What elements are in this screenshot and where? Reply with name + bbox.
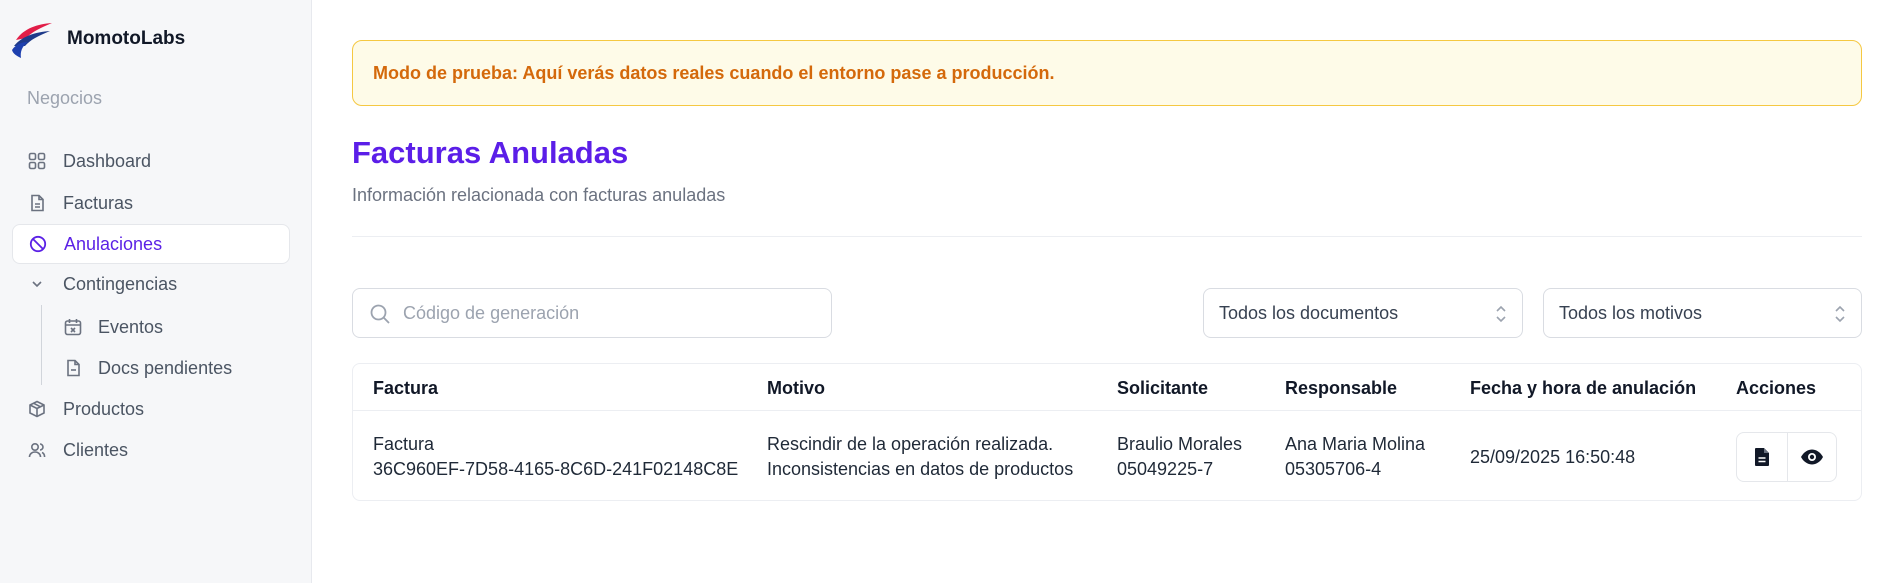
eye-icon [1800, 449, 1823, 465]
sidebar-item-productos[interactable]: Productos [12, 389, 290, 429]
calendar-x-icon [64, 318, 82, 336]
sidebar-item-dashboard[interactable]: Dashboard [12, 141, 290, 181]
brand[interactable]: MomotoLabs [10, 20, 185, 58]
column-header-solicitante: Solicitante [1117, 378, 1209, 398]
view-document-button[interactable] [1737, 433, 1787, 481]
cell-responsable: Ana Maria Molina 05305706-4 [1285, 432, 1425, 482]
cancelled-invoices-table: Factura Motivo Solicitante Responsable F… [352, 363, 1862, 501]
document-icon [1754, 448, 1769, 466]
users-icon [28, 441, 46, 459]
column-header-acciones: Acciones [1736, 378, 1817, 398]
momotolabs-logo-icon [12, 23, 52, 58]
reason-line-1: Rescindir de la operación realizada. [767, 434, 1054, 454]
sidebar-item-label: Facturas [63, 192, 134, 213]
sidebar: MomotoLabs Negocios Dashboard Facturas A… [0, 0, 312, 583]
reason-line-2: Inconsistencias en datos de productos [767, 459, 1074, 479]
tree-line [41, 305, 42, 385]
search-icon [370, 304, 390, 324]
search-box[interactable] [352, 288, 832, 338]
chevron-down-icon [28, 275, 46, 293]
sidebar-item-label: Productos [63, 398, 145, 419]
sidebar-item-anulaciones[interactable]: Anulaciones [12, 224, 290, 264]
alert-text: Modo de prueba: Aquí verás datos reales … [373, 62, 1055, 83]
sidebar-item-label: Anulaciones [64, 233, 163, 254]
search-input[interactable] [403, 289, 823, 337]
documents-select-value: Todos los documentos [1219, 302, 1399, 323]
ban-icon [29, 235, 47, 253]
sidebar-item-label: Clientes [63, 439, 129, 460]
invoice-code: 36C960EF-7D58-4165-8C6D-241F02148C8E [373, 459, 739, 479]
reasons-select-value: Todos los motivos [1559, 302, 1703, 323]
row-actions [1736, 432, 1837, 482]
cell-fecha: 25/09/2025 16:50:48 [1470, 447, 1636, 467]
brand-name: MomotoLabs [67, 28, 186, 49]
grid-icon [28, 152, 46, 170]
sidebar-item-contingencias[interactable]: Contingencias [12, 264, 290, 304]
sidebar-item-label: Docs pendientes [98, 357, 233, 378]
sidebar-item-label: Eventos [98, 316, 164, 337]
column-header-motivo: Motivo [767, 378, 825, 398]
column-header-responsable: Responsable [1285, 378, 1398, 398]
divider [352, 236, 1862, 237]
invoice-type: Factura [373, 434, 435, 454]
column-header-factura: Factura [373, 378, 439, 398]
file-minus-icon [64, 359, 82, 377]
cell-factura: Factura 36C960EF-7D58-4165-8C6D-241F0214… [373, 432, 738, 482]
column-header-fecha: Fecha y hora de anulación [1470, 378, 1697, 398]
sidebar-item-facturas[interactable]: Facturas [12, 183, 290, 223]
section-label-negocios: Negocios [27, 88, 103, 108]
responsible-name: Ana Maria Molina [1285, 434, 1426, 454]
responsible-id: 05305706-4 [1285, 459, 1382, 479]
page-title: Facturas Anuladas [352, 135, 629, 170]
table-header: Factura Motivo Solicitante Responsable F… [353, 364, 1861, 411]
file-text-icon [28, 194, 46, 212]
sidebar-item-eventos[interactable]: Eventos [46, 307, 290, 347]
sidebar-item-label: Contingencias [63, 273, 178, 294]
requester-id: 05049225-7 [1117, 459, 1214, 479]
sidebar-item-docs-pendientes[interactable]: Docs pendientes [46, 348, 290, 388]
sidebar-item-clientes[interactable]: Clientes [12, 430, 290, 470]
chevron-up-down-icon [1835, 305, 1845, 323]
chevron-up-down-icon [1496, 305, 1506, 323]
package-icon [28, 400, 46, 418]
cell-motivo: Rescindir de la operación realizada. Inc… [767, 432, 1073, 482]
test-mode-alert: Modo de prueba: Aquí verás datos reales … [352, 40, 1862, 106]
page-subtitle: Información relacionada con facturas anu… [352, 185, 726, 205]
requester-name: Braulio Morales [1117, 434, 1243, 454]
sidebar-item-label: Dashboard [63, 150, 152, 171]
cell-solicitante: Braulio Morales 05049225-7 [1117, 432, 1242, 482]
reasons-select[interactable]: Todos los motivos [1543, 288, 1862, 338]
documents-select[interactable]: Todos los documentos [1203, 288, 1523, 338]
view-details-button[interactable] [1786, 433, 1837, 481]
